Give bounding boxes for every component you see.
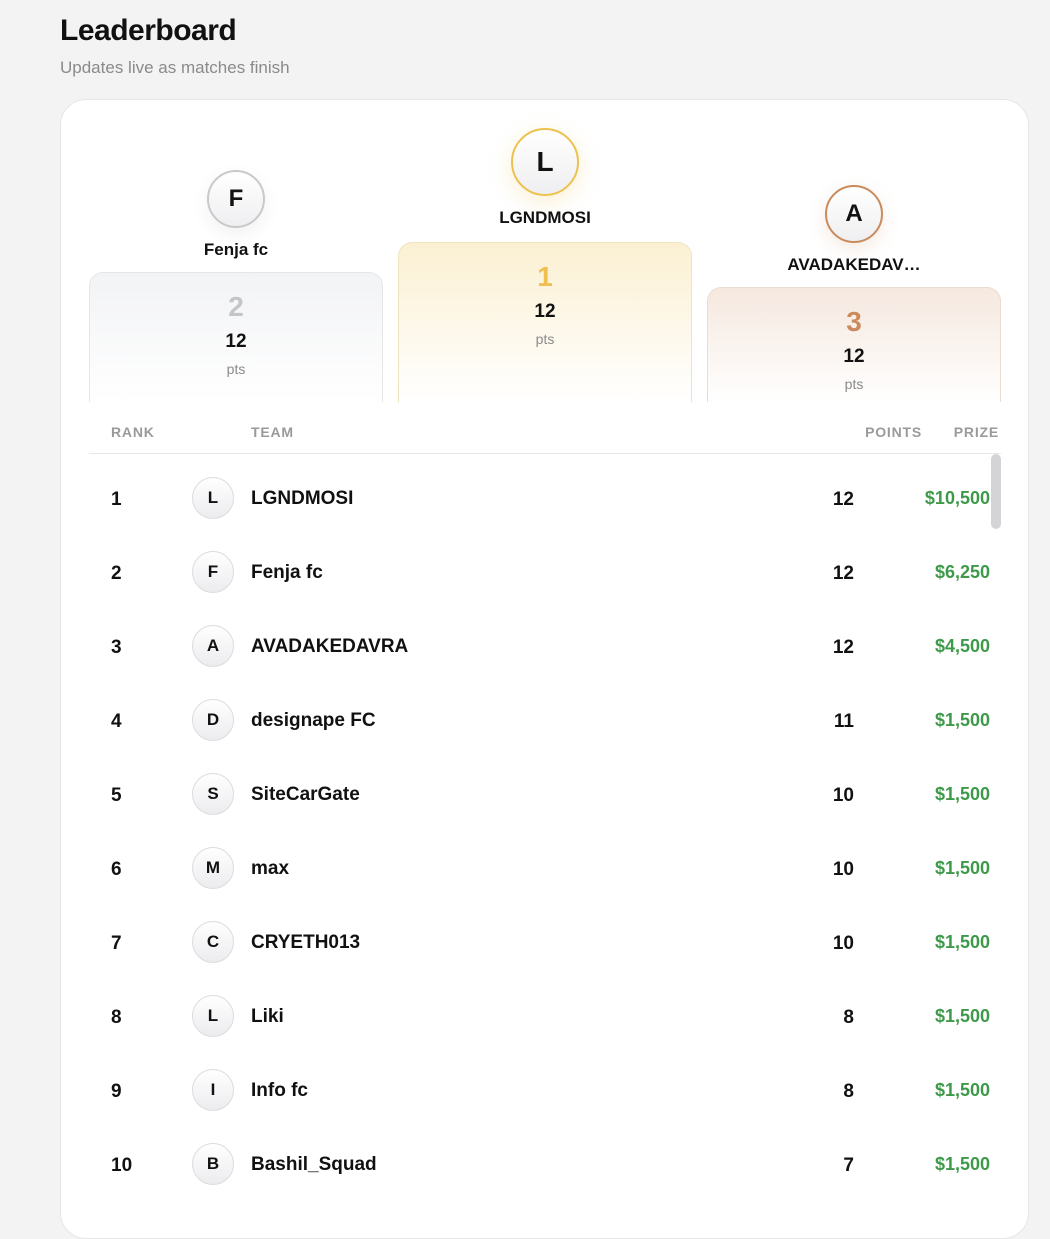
team-prize: $1,500 [934,932,990,952]
leaderboard-rows: 1 L LGNDMOSI 12 $10,500 2 F Fenja fc 12 … [89,462,1001,1202]
team-name: Info fc [251,1080,308,1101]
team-prize: $1,500 [934,858,990,878]
podium-second-pts-label: pts [226,361,246,377]
team-points: 12 [832,563,854,584]
podium-first-pts-label: pts [535,331,555,347]
column-header-rank: RANK [111,424,155,440]
team-points: 7 [843,1155,854,1176]
podium-second-points: 12 [225,331,247,352]
podium-second[interactable]: F Fenja fc [89,170,383,260]
team-name: SiteCarGate [251,784,360,805]
team-points: 8 [843,1081,854,1102]
podium-third-points: 12 [843,346,865,367]
podium-first[interactable]: L LGNDMOSI [398,128,692,228]
column-header-points: POINTS [865,424,922,440]
podium-second-block: 2 12 pts [89,272,383,402]
team-name: AVADAKEDAVRA [251,636,409,657]
team-prize: $1,500 [934,1154,990,1174]
podium-second-rank: 2 [228,291,244,322]
page-header: Leaderboard Updates live as matches fini… [60,14,290,78]
team-points: 11 [833,711,854,732]
table-row[interactable]: 2 F Fenja fc 12 $6,250 [89,536,1001,610]
team-prize: $6,250 [934,562,990,582]
table-row[interactable]: 1 L LGNDMOSI 12 $10,500 [89,462,1001,536]
team-name: Fenja fc [251,562,323,583]
row-rank: 9 [111,1081,122,1102]
podium-first-block: 1 12 pts [398,242,692,402]
team-avatar: B [192,1143,234,1185]
column-header-team: TEAM [251,424,294,440]
team-points: 12 [832,489,854,510]
podium-third-block: 3 12 pts [707,287,1001,402]
podium-third-avatar: A [825,185,883,243]
team-avatar: M [192,847,234,889]
table-row[interactable]: 7 C CRYETH013 10 $1,500 [89,906,1001,980]
team-avatar: L [192,477,234,519]
team-prize: $4,500 [934,636,990,656]
row-rank: 1 [111,489,122,510]
table-row[interactable]: 4 D designape FC 11 $1,500 [89,684,1001,758]
team-name: max [251,858,290,879]
team-points: 10 [832,933,854,954]
team-points: 12 [832,637,854,658]
table-row[interactable]: 5 S SiteCarGate 10 $1,500 [89,758,1001,832]
table-row[interactable]: 8 L Liki 8 $1,500 [89,980,1001,1054]
team-avatar: L [192,995,234,1037]
table-row[interactable]: 3 A AVADAKEDAVRA 12 $4,500 [89,610,1001,684]
podium-third[interactable]: A AVADAKEDAV… [707,185,1001,275]
team-prize: $1,500 [934,710,990,730]
podium-third-rank: 3 [846,306,862,337]
podium-second-avatar: F [207,170,265,228]
table-header: RANK TEAM POINTS PRIZE [89,400,1001,454]
page-subtitle: Updates live as matches finish [60,58,290,77]
row-rank: 5 [111,785,122,806]
team-points: 10 [832,859,854,880]
row-rank: 7 [111,933,122,954]
team-avatar: D [192,699,234,741]
team-prize: $1,500 [934,1006,990,1026]
table-row[interactable]: 10 B Bashil_Squad 7 $1,500 [89,1128,1001,1202]
table-row[interactable]: 6 M max 10 $1,500 [89,832,1001,906]
team-name: CRYETH013 [251,932,361,953]
page-title: Leaderboard [60,14,237,47]
team-points: 10 [832,785,854,806]
podium-second-name: Fenja fc [203,240,269,259]
podium-third-pts-label: pts [844,376,864,392]
team-avatar: F [192,551,234,593]
row-rank: 2 [111,563,122,584]
row-rank: 3 [111,637,122,658]
team-avatar: C [192,921,234,963]
team-prize: $1,500 [934,784,990,804]
team-prize: $10,500 [924,488,990,508]
row-rank: 10 [111,1155,133,1176]
podium-first-points: 12 [534,301,556,322]
team-avatar: A [192,625,234,667]
podium-first-avatar: L [511,128,579,196]
podium-first-rank: 1 [537,261,553,292]
row-rank: 8 [111,1007,122,1028]
podium-first-name: LGNDMOSI [499,208,591,227]
team-avatar: I [192,1069,234,1111]
team-name: designape FC [251,710,376,731]
team-prize: $1,500 [934,1080,990,1100]
row-rank: 4 [111,711,122,732]
team-avatar: S [192,773,234,815]
team-name: LGNDMOSI [251,488,354,509]
podium-third-name: AVADAKEDAV… [787,255,921,274]
table-row[interactable]: 9 I Info fc 8 $1,500 [89,1054,1001,1128]
column-header-prize: PRIZE [953,424,999,440]
team-name: Liki [251,1006,284,1027]
row-rank: 6 [111,859,122,880]
team-name: Bashil_Squad [251,1154,377,1175]
leaderboard-card: F Fenja fc 2 12 pts L LGNDMOSI 1 12 pts … [60,99,1029,1239]
team-points: 8 [843,1007,854,1028]
